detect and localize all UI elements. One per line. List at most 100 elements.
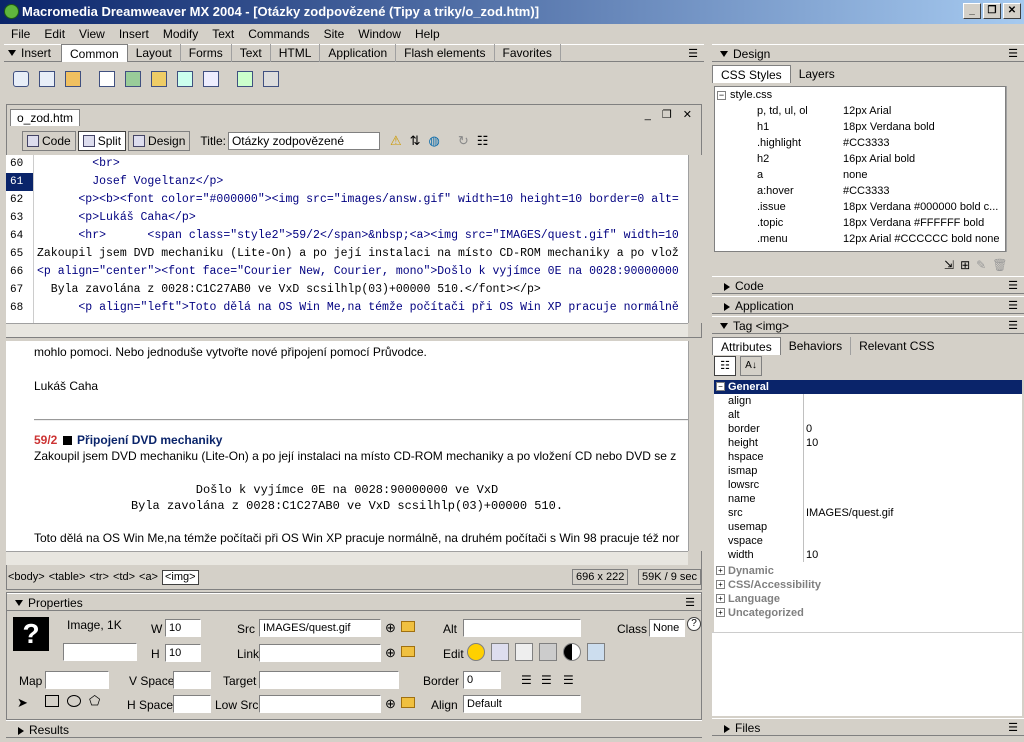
align-select[interactable]: Default	[463, 695, 581, 713]
design-view-button[interactable]: Design	[128, 131, 191, 151]
tag-table[interactable]: <table>	[49, 568, 86, 586]
code-view[interactable]: 60 61 62 63 64 65 66 67 68 <br> Josef Vo…	[6, 155, 688, 323]
class-select[interactable]: None	[649, 619, 685, 637]
menu-window[interactable]: Window	[351, 27, 408, 41]
menu-commands[interactable]: Commands	[241, 27, 316, 41]
edit-style-icon[interactable]: ✎	[976, 258, 986, 272]
width-input[interactable]: 10	[165, 619, 201, 637]
circle-hotspot-icon[interactable]	[67, 695, 81, 707]
map-input[interactable]	[45, 671, 109, 689]
design-panel-header[interactable]: Design ☰	[712, 44, 1024, 62]
panel-options-icon[interactable]: ☰	[685, 594, 695, 612]
menu-modify[interactable]: Modify	[156, 27, 205, 41]
insert-bar-label[interactable]: Insert	[21, 46, 51, 60]
question-icon[interactable]	[62, 436, 72, 446]
insert-tab-application[interactable]: Application	[320, 44, 397, 62]
src-input[interactable]: IMAGES/quest.gif	[259, 619, 381, 637]
date-icon[interactable]	[174, 68, 196, 90]
media-icon[interactable]	[148, 68, 170, 90]
tag-img[interactable]: <img>	[161, 569, 199, 585]
new-css-rule-icon[interactable]: ⊞	[960, 258, 970, 272]
tag-td[interactable]: <td>	[113, 568, 135, 586]
optimize-icon[interactable]	[491, 643, 509, 661]
properties-header[interactable]: Properties ☰	[7, 593, 701, 611]
insert-tab-forms[interactable]: Forms	[181, 44, 232, 62]
named-anchor-icon[interactable]	[62, 68, 84, 90]
panel-options-icon[interactable]: ☰	[1008, 45, 1018, 63]
align-left-icon[interactable]: ☰	[521, 673, 532, 687]
css-rule-selector[interactable]: p, td, ul, ol	[757, 103, 808, 119]
css-rule-selector[interactable]: .issue	[757, 199, 786, 215]
collapse-triangle-icon[interactable]	[8, 49, 16, 56]
menu-insert[interactable]: Insert	[112, 27, 156, 41]
attribute-row[interactable]: lowsrc	[714, 478, 1022, 492]
panel-options-icon[interactable]: ☰	[1008, 317, 1018, 335]
attribute-row[interactable]: ismap	[714, 464, 1022, 478]
category-general[interactable]: − General	[714, 380, 1022, 394]
attribute-row[interactable]: border 0	[714, 422, 1022, 436]
browse-folder-icon[interactable]	[401, 697, 415, 708]
hyperlink-icon[interactable]	[10, 68, 32, 90]
panel-options-icon[interactable]: ☰	[1008, 297, 1018, 315]
view-options-icon[interactable]: ☷	[477, 133, 489, 149]
insert-tab-text[interactable]: Text	[232, 44, 271, 62]
point-to-file-icon[interactable]: ⊕	[385, 620, 396, 636]
browse-folder-icon[interactable]	[401, 621, 415, 632]
hspace-input[interactable]	[173, 695, 211, 713]
border-input[interactable]: 0	[463, 671, 501, 689]
comment-icon[interactable]	[200, 68, 222, 90]
menu-view[interactable]: View	[72, 27, 112, 41]
sharpen-icon[interactable]	[587, 643, 605, 661]
tag-a[interactable]: <a>	[139, 568, 158, 586]
file-management-icon[interactable]: ⇅	[410, 133, 421, 149]
panel-options-icon[interactable]: ☰	[688, 47, 698, 60]
code-horizontal-scrollbar[interactable]	[6, 323, 688, 337]
menu-file[interactable]: File	[4, 27, 37, 41]
polygon-hotspot-icon[interactable]: ⬠	[89, 693, 100, 709]
target-select[interactable]	[259, 671, 399, 689]
low-src-input[interactable]	[259, 695, 381, 713]
tag-inspector-header[interactable]: Tag <img> ☰	[712, 316, 1024, 334]
restore-button[interactable]: ❐	[983, 3, 1001, 19]
image-icon[interactable]	[122, 68, 144, 90]
tag-chooser-icon[interactable]	[260, 68, 282, 90]
alphabetical-view-icon[interactable]: A↓	[740, 356, 762, 376]
css-rule-selector[interactable]: h2	[757, 151, 769, 167]
rectangle-hotspot-icon[interactable]	[45, 695, 59, 707]
document-title-input[interactable]: Otázky zodpovězené	[227, 132, 380, 150]
tab-relevant-css[interactable]: Relevant CSS	[851, 337, 942, 355]
menu-text[interactable]: Text	[205, 27, 241, 41]
alt-select[interactable]	[463, 619, 581, 637]
category-css-accessibility[interactable]: + CSS/Accessibility	[714, 578, 1022, 592]
templates-icon[interactable]	[234, 68, 256, 90]
code-panel-header[interactable]: Code ☰	[712, 276, 1024, 294]
category-language[interactable]: + Language	[714, 592, 1022, 606]
design-vertical-scrollbar[interactable]	[688, 341, 702, 551]
results-panel-header[interactable]: Results	[6, 720, 702, 738]
design-view[interactable]: mohlo pomoci. Nebo jednoduše vytvořte no…	[6, 341, 688, 551]
attribute-row[interactable]: align	[714, 394, 1022, 408]
category-uncategorized[interactable]: + Uncategorized	[714, 606, 1022, 620]
insert-tab-common[interactable]: Common	[61, 44, 128, 62]
tab-behaviors[interactable]: Behaviors	[781, 337, 852, 355]
design-horizontal-scrollbar[interactable]	[6, 551, 688, 565]
align-right-icon[interactable]: ☰	[563, 673, 574, 687]
link-input[interactable]	[259, 644, 381, 662]
menu-edit[interactable]: Edit	[37, 27, 72, 41]
vspace-input[interactable]	[173, 671, 211, 689]
css-rule-selector[interactable]: .highlight	[757, 135, 801, 151]
insert-tab-layout[interactable]: Layout	[128, 44, 181, 62]
attribute-row[interactable]: usemap	[714, 520, 1022, 534]
menu-help[interactable]: Help	[408, 27, 447, 41]
align-center-icon[interactable]: ☰	[541, 673, 552, 687]
css-rule-selector[interactable]: h1	[757, 119, 769, 135]
tab-layers[interactable]: Layers	[791, 65, 843, 83]
code-vertical-scrollbar[interactable]	[688, 155, 702, 323]
attribute-row[interactable]: vspace	[714, 534, 1022, 548]
css-file-node[interactable]: − style.css	[717, 87, 772, 103]
attribute-row[interactable]: src IMAGES/quest.gif	[714, 506, 1022, 520]
pointer-hotspot-icon[interactable]: ➤	[17, 695, 28, 711]
panel-options-icon[interactable]: ☰	[1008, 277, 1018, 295]
css-rule-selector[interactable]: a:hover	[757, 183, 794, 199]
document-window-controls[interactable]: _ ❐ ✕	[645, 108, 696, 121]
